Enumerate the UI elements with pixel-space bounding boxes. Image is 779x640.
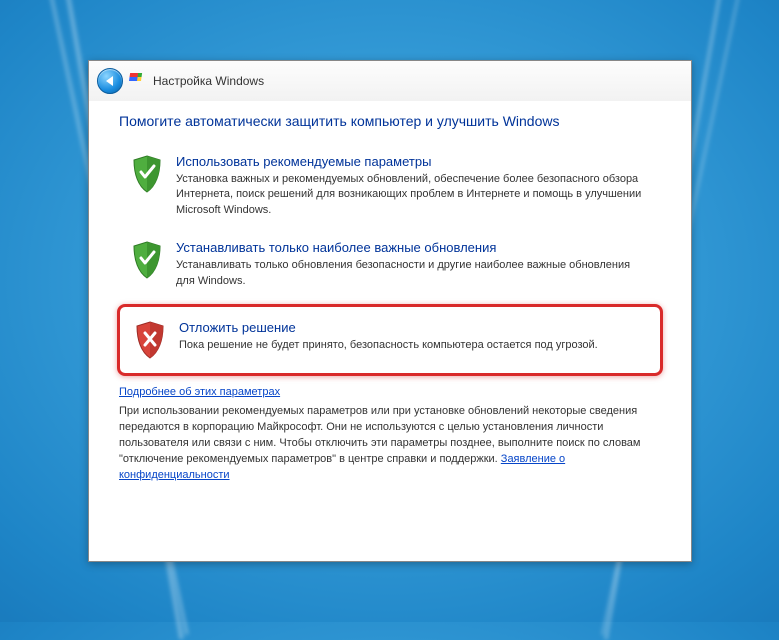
windows-flag-icon: [128, 73, 146, 89]
option-recommended[interactable]: Использовать рекомендуемые параметры Уст…: [119, 143, 661, 229]
option-title: Устанавливать только наиболее важные обн…: [176, 240, 648, 255]
setup-window: Настройка Windows Помогите автоматически…: [88, 60, 692, 562]
option-ask-later[interactable]: Отложить решение Пока решение не будет п…: [130, 315, 650, 365]
option-important-only[interactable]: Устанавливать только наиболее важные обн…: [119, 229, 661, 300]
option-title: Использовать рекомендуемые параметры: [176, 154, 648, 169]
back-button[interactable]: [97, 68, 123, 94]
window-title: Настройка Windows: [153, 74, 264, 88]
content-area: Помогите автоматически защитить компьюте…: [89, 101, 691, 561]
footnote-text: При использовании рекомендуемых параметр…: [119, 404, 661, 484]
shield-check-icon: [130, 154, 164, 194]
back-arrow-icon: [106, 76, 113, 86]
option-desc: Установка важных и рекомендуемых обновле…: [176, 172, 648, 218]
shield-cross-icon: [133, 320, 167, 360]
window-header: Настройка Windows: [89, 61, 691, 101]
page-heading: Помогите автоматически защитить компьюте…: [119, 113, 661, 129]
shield-check-icon: [130, 240, 164, 280]
option-text: Устанавливать только наиболее важные обн…: [176, 240, 648, 289]
highlighted-option-frame: Отложить решение Пока решение не будет п…: [117, 304, 663, 376]
option-text: Использовать рекомендуемые параметры Уст…: [176, 154, 648, 218]
option-desc: Устанавливать только обновления безопасн…: [176, 258, 648, 289]
option-text: Отложить решение Пока решение не будет п…: [179, 320, 598, 353]
more-info-link[interactable]: Подробнее об этих параметрах: [119, 386, 280, 398]
option-title: Отложить решение: [179, 320, 598, 335]
option-desc: Пока решение не будет принято, безопасно…: [179, 338, 598, 353]
